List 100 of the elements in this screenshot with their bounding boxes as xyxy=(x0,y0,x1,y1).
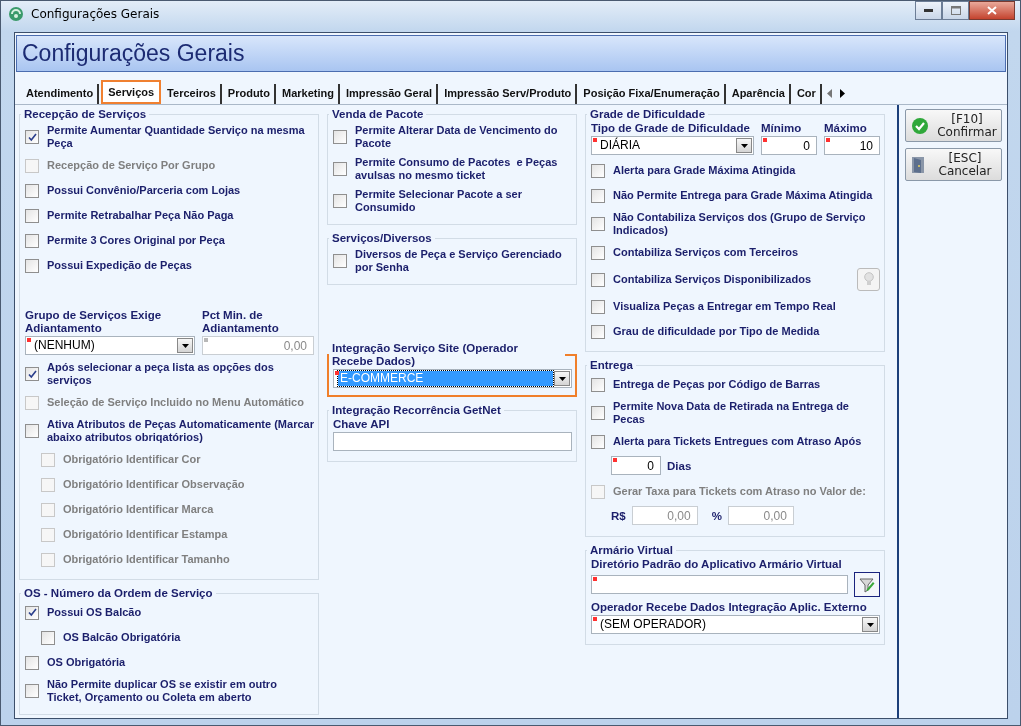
group-title: Armário Virtual xyxy=(589,544,674,557)
checkbox[interactable] xyxy=(25,684,39,698)
maximize-button[interactable] xyxy=(942,1,969,20)
checkbox[interactable] xyxy=(333,162,347,176)
field-label: Grupo de Serviços Exige Adiantamento xyxy=(25,309,163,335)
maximize-icon xyxy=(950,6,961,15)
checkbox-label: Contabiliza Serviços com Terceiros xyxy=(613,246,799,259)
checkbox[interactable] xyxy=(41,630,55,645)
field-label: Operador Recebe Dados Integração Aplic. Externo xyxy=(591,601,868,614)
checkbox-label: Permite Selecionar Pacote a ser Consumido xyxy=(355,188,523,214)
confirm-button[interactable]: [F10] Confirmar xyxy=(905,109,1002,142)
checkbox-label: Obrigatório Identificar Observação xyxy=(63,478,245,491)
input-field[interactable]: 0 xyxy=(611,456,661,475)
lightbulb-icon xyxy=(863,272,874,287)
dropdown[interactable]: DIÁRIA xyxy=(591,136,754,155)
checkbox[interactable] xyxy=(25,233,39,248)
group-title: Integração Recorrência GetNet xyxy=(331,404,502,417)
checkbox[interactable] xyxy=(333,254,347,268)
minimize-button[interactable] xyxy=(915,1,942,20)
input-field[interactable]: 10 xyxy=(824,136,880,155)
checkbox-label: Diversos de Peça e Serviço Gerenciado por Senha xyxy=(355,248,563,274)
checkbox-label: Gerar Taxa para Tickets com Atraso no Valor de: xyxy=(613,485,866,498)
checkbox-label: Obrigatório Identificar Tamanho xyxy=(63,553,230,566)
minimize-icon xyxy=(924,9,933,12)
checkbox-label: Seleção de Serviço Incluido no Menu Automático xyxy=(47,396,304,409)
tab[interactable]: Posição Fixa/Enumeração xyxy=(579,84,726,104)
checkbox[interactable] xyxy=(333,130,347,144)
checkbox[interactable] xyxy=(591,163,605,178)
checkbox[interactable] xyxy=(25,424,39,438)
checkbox-label: Não Contabiliza Serviços dos (Grupo de Serviço Indicados) xyxy=(613,211,867,237)
checkbox-label: Permite Nova Data de Retirada na Entrega de Pecas xyxy=(613,400,850,426)
page-title: Configurações Gerais xyxy=(22,40,245,67)
tab[interactable]: Aparência xyxy=(727,84,791,104)
app-icon xyxy=(8,6,24,22)
tab[interactable]: Serviços xyxy=(101,80,162,104)
checkbox[interactable] xyxy=(333,194,347,208)
field-label: Tipo de Grade de Dificuldade xyxy=(591,122,751,135)
field-label: Mínimo xyxy=(761,122,803,135)
checkbox-label: Alerta para Grade Máxima Atingida xyxy=(613,164,796,177)
tab[interactable]: Terceiros xyxy=(163,84,222,104)
checkbox-label: Não Permite duplicar OS se existir em outro Ticket, Orçamento ou Coleta em aberto xyxy=(47,678,278,704)
checkbox-label: Obrigatório Identificar Estampa xyxy=(63,528,228,541)
tab[interactable]: Cor xyxy=(792,84,822,104)
close-icon xyxy=(987,6,997,15)
checkbox-label: Alerta para Tickets Entregues com Atraso Após xyxy=(613,435,862,448)
unit-label: Dias xyxy=(667,459,692,472)
checkbox-label: Possui Convênio/Parceria com Lojas xyxy=(47,184,241,197)
checkbox-label: Possui OS Balcão xyxy=(47,606,142,619)
input-field[interactable] xyxy=(333,432,572,451)
checkbox-label: Visualiza Peças a Entregar em Tempo Real xyxy=(613,300,836,313)
field-label: Chave API xyxy=(333,418,391,431)
checkbox-label: Grau de dificuldade por Tipo de Medida xyxy=(613,325,820,338)
checkbox[interactable] xyxy=(591,434,605,449)
dropdown[interactable]: (NENHUM) xyxy=(25,336,195,355)
tab[interactable]: Marketing xyxy=(278,84,340,104)
checkbox-label: Não Permite Entrega para Grade Máxima Atingida xyxy=(613,189,873,202)
checkbox-label: Obrigatório Identificar Marca xyxy=(63,503,214,516)
checkbox-label: Obrigatório Identificar Cor xyxy=(63,453,201,466)
browse-button[interactable] xyxy=(854,572,880,597)
checkbox-label: Contabiliza Serviços Disponibilizados xyxy=(613,273,812,286)
checkbox[interactable] xyxy=(591,406,605,420)
checkbox[interactable] xyxy=(591,299,605,314)
tab[interactable]: Atendimento xyxy=(22,84,100,104)
checkbox[interactable] xyxy=(25,605,39,620)
checkbox[interactable] xyxy=(591,245,605,260)
checkbox-label: OS Balcão Obrigatória xyxy=(63,631,181,644)
tab[interactable]: Impressão Serv/Produto xyxy=(440,84,578,104)
checkbox-label: Entrega de Peças por Código de Barras xyxy=(613,378,821,391)
field-label: % xyxy=(711,509,722,522)
checkbox[interactable] xyxy=(25,183,39,198)
checkbox[interactable] xyxy=(25,655,39,670)
checkbox[interactable] xyxy=(591,324,605,339)
tab[interactable]: Impressão Geral xyxy=(341,84,439,104)
input-field[interactable] xyxy=(591,575,848,594)
checkbox[interactable] xyxy=(591,377,605,392)
checkbox[interactable] xyxy=(591,217,605,231)
cancel-button[interactable]: [ESC] Cancelar xyxy=(905,148,1002,181)
checkbox[interactable] xyxy=(25,208,39,223)
group-title: Grade de Dificuldade xyxy=(589,108,707,121)
funnel-icon xyxy=(859,576,875,593)
lightbulb-button[interactable] xyxy=(857,268,880,291)
checkbox-label: Possui Expedição de Peças xyxy=(47,259,192,272)
group-title: Entrega xyxy=(589,359,634,372)
checkbox[interactable] xyxy=(591,272,605,287)
input-field[interactable]: 0 xyxy=(761,136,817,155)
checkbox[interactable] xyxy=(25,367,39,381)
checkbox[interactable] xyxy=(591,188,605,203)
group-title: OS - Número da Ordem de Serviço xyxy=(23,587,214,600)
group-title: Venda de Pacote xyxy=(331,108,425,121)
checkbox[interactable] xyxy=(25,130,39,144)
checkbox-label: Recepção de Serviço Por Grupo xyxy=(47,159,216,172)
group-title: Recepção de Serviços xyxy=(23,108,148,121)
checkbox-label: OS Obrigatória xyxy=(47,656,126,669)
close-button[interactable] xyxy=(969,1,1015,20)
checkbox-label: Permite Aumentar Quantidade Serviço na mesma Peça xyxy=(47,124,306,150)
checkbox-label: Ativa Atributos de Peças Automaticamente (Marcar abaixo atributos obriqatórios) xyxy=(47,418,314,444)
checkbox[interactable] xyxy=(25,258,39,273)
door-icon xyxy=(911,155,925,174)
dropdown[interactable]: (SEM OPERADOR) xyxy=(591,615,880,634)
tab[interactable]: Produto xyxy=(223,84,276,104)
